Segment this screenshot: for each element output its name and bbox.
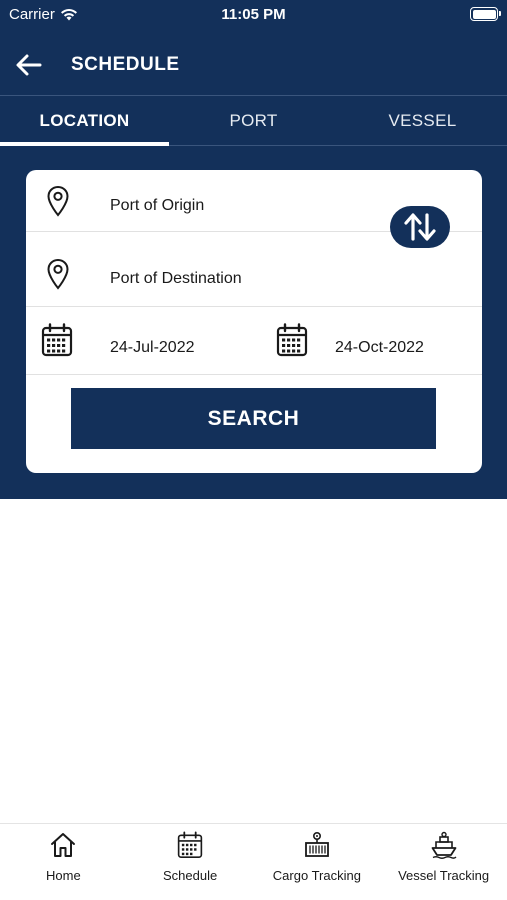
- arrow-left-icon: [16, 54, 42, 76]
- nav-cargo-tracking-label: Cargo Tracking: [272, 868, 361, 883]
- nav-schedule-label: Schedule: [163, 868, 218, 883]
- tab-bar: LOCATION PORT VESSEL: [0, 96, 507, 146]
- calendar-icon: [177, 831, 203, 858]
- search-form-card: Port of Origin Port of Destination 24-Ju…: [26, 170, 482, 473]
- tab-port[interactable]: PORT: [169, 96, 338, 145]
- nav-cargo-tracking[interactable]: Cargo Tracking: [254, 824, 381, 900]
- date-range-row: 24-Jul-2022 24-Oct-2022: [26, 307, 482, 375]
- back-button[interactable]: [12, 48, 46, 82]
- app-header: SCHEDULE: [0, 30, 507, 96]
- nav-home[interactable]: Home: [0, 824, 127, 900]
- tab-location[interactable]: LOCATION: [0, 96, 169, 146]
- swap-ports-button[interactable]: [390, 206, 450, 248]
- container-icon: [304, 831, 329, 857]
- calendar-icon[interactable]: [41, 323, 73, 357]
- nav-vessel-tracking[interactable]: Vessel Tracking: [380, 824, 507, 900]
- status-bar: Carrier 11:05 PM: [0, 0, 507, 30]
- swap-vertical-icon: [404, 213, 436, 241]
- bottom-nav: Home Schedule Cargo Tracking Vessel Trac…: [0, 823, 507, 900]
- clock: 11:05 PM: [221, 6, 286, 23]
- battery-icon: [470, 7, 501, 21]
- nav-schedule[interactable]: Schedule: [127, 824, 254, 900]
- origin-label[interactable]: Port of Origin: [110, 197, 204, 215]
- to-date[interactable]: 24-Oct-2022: [335, 339, 424, 357]
- nav-home-label: Home: [46, 868, 81, 883]
- location-pin-icon: [47, 185, 69, 217]
- destination-label[interactable]: Port of Destination: [110, 270, 242, 288]
- page-title: SCHEDULE: [71, 54, 180, 75]
- home-icon: [51, 833, 76, 857]
- search-button[interactable]: SEARCH: [71, 388, 436, 449]
- tab-vessel[interactable]: VESSEL: [338, 96, 507, 145]
- from-date[interactable]: 24-Jul-2022: [110, 339, 195, 357]
- ship-icon: [431, 831, 457, 859]
- nav-vessel-tracking-label: Vessel Tracking: [398, 868, 490, 883]
- calendar-icon[interactable]: [276, 323, 308, 357]
- location-pin-icon: [47, 258, 69, 290]
